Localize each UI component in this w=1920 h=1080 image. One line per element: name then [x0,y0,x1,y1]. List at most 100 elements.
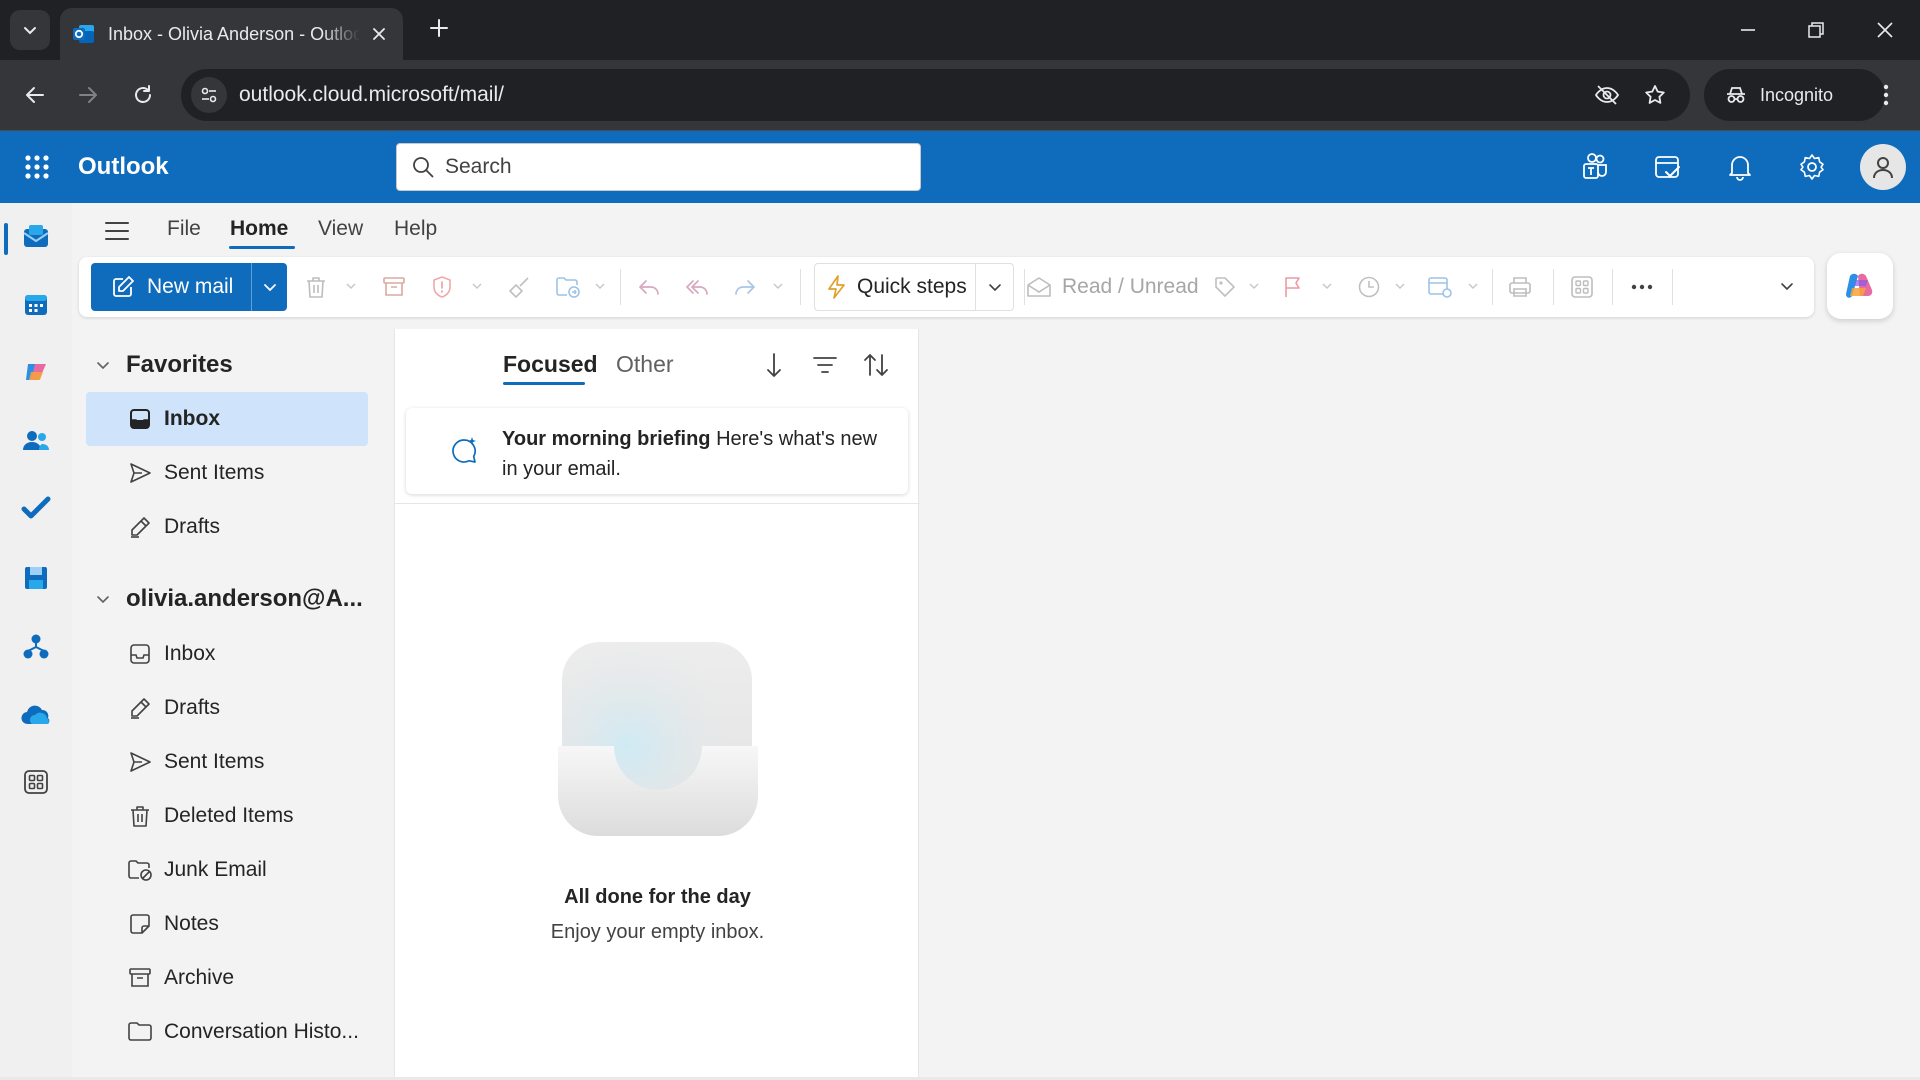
quick-steps-button[interactable]: Quick steps [814,263,1014,311]
onedrive-icon [21,705,50,725]
snooze-dropdown-chevron-icon[interactable] [1393,279,1407,293]
sort-button[interactable] [860,349,892,381]
report-dropdown-chevron-icon[interactable] [470,279,484,293]
reload-button[interactable] [125,77,161,113]
folder-favorite-inbox[interactable]: Inbox [86,392,368,446]
folder-drafts[interactable]: Drafts [86,681,368,735]
folder-sent-items[interactable]: Sent Items [86,735,368,789]
tab-file[interactable]: File [167,217,201,241]
quick-steps-main[interactable]: Quick steps [815,264,975,310]
categorize-button[interactable] [1210,272,1240,302]
folder-label: Sent Items [164,750,265,773]
tab-search-button[interactable] [10,10,50,50]
rail-org-explorer[interactable] [0,621,72,673]
copilot-button[interactable] [1827,253,1893,319]
folder-conversation-history[interactable]: Conversation Histo... [86,1005,368,1059]
my-day-icon[interactable] [1648,147,1688,187]
minimize-button[interactable] [1726,8,1770,52]
new-mail-dropdown[interactable] [252,263,287,311]
apps-button[interactable] [1567,272,1597,302]
hamburger-menu-button[interactable] [102,216,132,246]
delete-dropdown-chevron-icon[interactable] [344,279,358,293]
rail-people[interactable] [0,415,72,467]
favorites-header[interactable]: Favorites [72,342,394,388]
folder-inbox[interactable]: Inbox [86,627,368,681]
read-unread-button[interactable]: Read / Unread [1026,269,1199,305]
folder-favorite-sent-items[interactable]: Sent Items [86,446,368,500]
eye-off-icon[interactable] [1591,79,1623,111]
snooze-button[interactable] [1354,272,1384,302]
bookmark-star-icon[interactable] [1639,79,1671,111]
app-launcher-button[interactable] [18,148,56,186]
rules-dropdown-chevron-icon[interactable] [1466,279,1480,293]
folder-favorite-drafts[interactable]: Drafts [86,500,368,554]
gear-icon[interactable] [1792,147,1832,187]
tab-help[interactable]: Help [394,217,437,241]
forward-mail-button[interactable] [730,272,760,302]
expand-ribbon-chevron-icon[interactable] [1780,279,1794,293]
rail-calendar[interactable] [0,278,72,330]
new-tab-button[interactable] [425,14,453,42]
new-mail-main[interactable]: New mail [91,263,251,311]
browser-menu-button[interactable] [1868,77,1904,113]
site-info-icon[interactable] [191,77,227,113]
flag-button[interactable] [1278,272,1308,302]
morning-briefing-card[interactable]: Your morning briefing Here's what's new … [406,408,908,494]
report-button[interactable] [427,272,457,302]
omnibox[interactable]: outlook.cloud.microsoft/mail/ [181,69,1690,121]
rail-todo[interactable] [0,483,72,535]
read-unread-label: Read / Unread [1062,275,1199,298]
junk-icon [126,856,154,884]
reply-button[interactable] [634,272,664,302]
archive-button[interactable] [379,272,409,302]
search-box[interactable]: Search [396,143,921,191]
rail-save[interactable] [0,552,72,604]
app-name[interactable]: Outlook [78,153,169,181]
rail-mail[interactable] [0,211,72,263]
delete-button[interactable] [301,272,331,302]
filter-button[interactable] [809,349,841,381]
account-header[interactable]: olivia.anderson@A... [72,576,394,622]
jump-to-button[interactable] [758,349,790,381]
forward-button[interactable] [70,77,106,113]
tab-other[interactable]: Other [616,351,674,378]
more-options-button[interactable] [1627,272,1657,302]
incognito-indicator[interactable]: Incognito [1704,69,1885,121]
restore-button[interactable] [1794,8,1838,52]
categorize-dropdown-chevron-icon[interactable] [1247,279,1261,293]
avatar[interactable] [1860,144,1906,190]
print-button[interactable] [1505,272,1535,302]
reply-all-icon [686,280,708,295]
move-to-button[interactable] [553,272,583,302]
folder-label: Drafts [164,515,221,538]
sweep-button[interactable] [505,272,535,302]
browser-tab-bar: Inbox - Olivia Anderson - Outlook [0,0,1920,60]
rail-onedrive[interactable] [0,690,72,742]
rail-more-apps[interactable] [0,756,72,808]
tab-home[interactable]: Home [230,217,288,241]
compose-icon [113,276,134,297]
flag-dropdown-chevron-icon[interactable] [1320,279,1334,293]
folder-pane: Favorites Inbox Sent Items Drafts olivia… [72,330,394,1080]
back-button[interactable] [17,77,53,113]
folder-archive[interactable]: Archive [86,951,368,1005]
close-window-button[interactable] [1863,8,1907,52]
folder-label: Conversation Histo... [164,1020,359,1043]
new-mail-button[interactable]: New mail [91,263,287,311]
close-tab-icon[interactable] [367,22,391,46]
teams-icon[interactable] [1575,147,1615,187]
browser-tab[interactable]: Inbox - Olivia Anderson - Outlook [60,8,403,60]
filter-icon [813,357,837,373]
bell-icon[interactable] [1720,147,1760,187]
tab-focused[interactable]: Focused [503,351,598,378]
folder-junk-email[interactable]: Junk Email [86,843,368,897]
rules-button[interactable] [1425,272,1455,302]
reply-all-button[interactable] [682,272,712,302]
rail-copilot[interactable] [0,346,72,398]
folder-deleted-items[interactable]: Deleted Items [86,789,368,843]
tab-view[interactable]: View [318,217,363,241]
quick-steps-dropdown[interactable] [976,264,1013,310]
folder-notes[interactable]: Notes [86,897,368,951]
respond-dropdown-chevron-icon[interactable] [771,279,785,293]
move-dropdown-chevron-icon[interactable] [593,279,607,293]
